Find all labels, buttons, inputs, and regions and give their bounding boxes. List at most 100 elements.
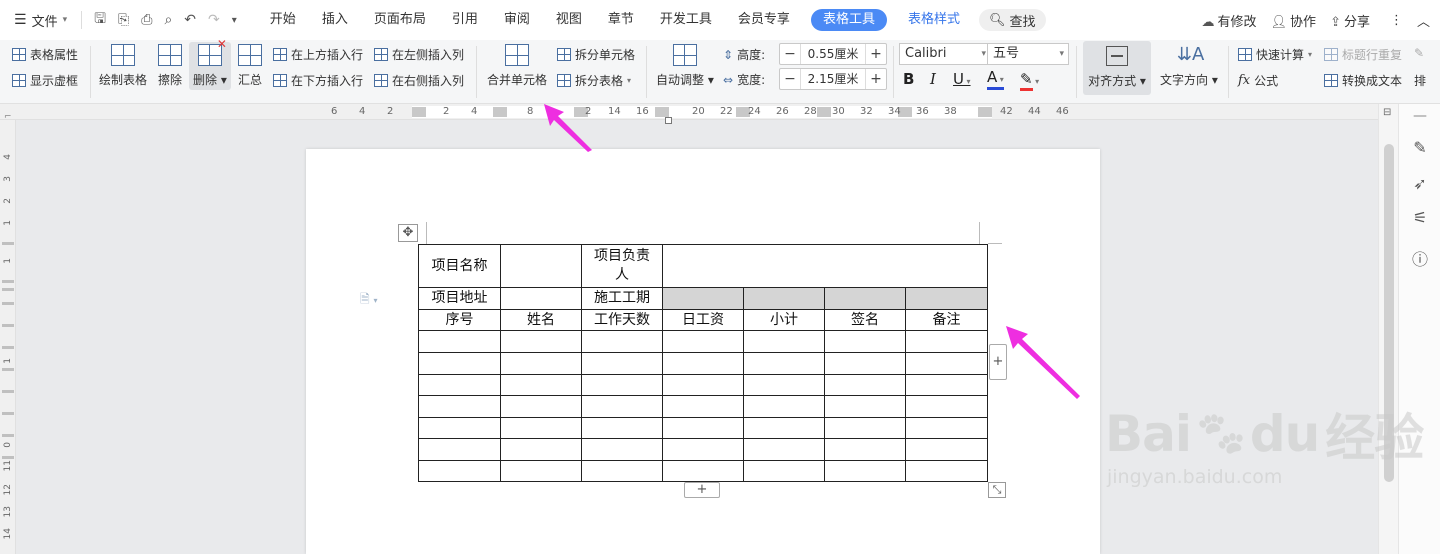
tab-home[interactable]: 开始 <box>257 0 309 40</box>
table-cell[interactable]: 项目地址 <box>418 287 501 310</box>
sort-button[interactable]: 排 <box>1414 72 1426 89</box>
table-cell[interactable]: 施工工期 <box>581 287 663 310</box>
table-cell[interactable] <box>743 330 825 353</box>
insert-column-left-button[interactable]: 在左侧插入列 <box>374 46 464 63</box>
collapse-ribbon-icon[interactable]: ︿ <box>1417 11 1430 30</box>
table-cell[interactable]: 项目负责人 <box>581 244 663 288</box>
ruler-column-marker[interactable] <box>412 107 426 117</box>
table-cell[interactable] <box>905 417 988 439</box>
file-menu[interactable]: ☰ 文件 ▾ <box>0 0 75 40</box>
text-direction-button[interactable]: ⇊A 文字方向 ▾ <box>1160 44 1218 88</box>
tab-developer[interactable]: 开发工具 <box>647 0 725 40</box>
table-cell[interactable]: 备注 <box>905 309 988 331</box>
table-cell[interactable]: 姓名 <box>500 309 582 331</box>
table-cell[interactable] <box>743 374 825 396</box>
ruler-row-marker[interactable] <box>2 368 14 371</box>
table-cell[interactable] <box>581 330 663 353</box>
table-cell[interactable] <box>743 287 825 310</box>
table-cell[interactable] <box>743 395 825 418</box>
search-button[interactable]: 🔍︎ 查找 <box>978 9 1046 31</box>
auto-fit-button[interactable]: 自动调整 ▾ <box>656 44 714 88</box>
collapse-sidebar-icon[interactable]: — <box>1410 108 1430 124</box>
table-cell[interactable] <box>905 374 988 396</box>
save-icon[interactable]: 🖫 <box>94 8 106 32</box>
pen-icon[interactable]: ✎ <box>1414 46 1424 60</box>
table-cell[interactable] <box>905 287 988 310</box>
print-preview-icon[interactable]: ⌕ <box>164 12 172 28</box>
add-column-button[interactable]: + <box>989 344 1007 380</box>
convert-to-text-button[interactable]: 转换成文本 <box>1324 72 1402 89</box>
table-cell[interactable] <box>418 352 501 375</box>
table-cell[interactable] <box>743 460 825 482</box>
table-cell[interactable] <box>905 352 988 375</box>
table-cell[interactable] <box>418 460 501 482</box>
ruler-row-marker[interactable] <box>2 346 14 349</box>
ruler-column-marker[interactable] <box>493 107 507 117</box>
settings-sliders-icon[interactable]: ⚟ <box>1410 208 1430 227</box>
insert-row-below-button[interactable]: 在下方插入行 <box>273 72 363 89</box>
erase-button[interactable]: 擦除 <box>158 44 182 88</box>
table-cell[interactable] <box>743 417 825 439</box>
table-cell[interactable] <box>662 374 744 396</box>
table-cell[interactable] <box>500 352 582 375</box>
customize-chevron-icon[interactable]: ▾ <box>232 15 237 26</box>
tab-insert[interactable]: 插入 <box>309 0 361 40</box>
table-cell[interactable] <box>500 244 582 288</box>
height-increase-button[interactable]: + <box>866 46 886 62</box>
table-cell[interactable] <box>824 460 906 482</box>
table-cell[interactable] <box>824 438 906 461</box>
more-icon[interactable]: ⋮ <box>1390 13 1403 28</box>
height-decrease-button[interactable]: − <box>780 46 800 62</box>
table-cell[interactable] <box>824 287 906 310</box>
bold-button[interactable]: B <box>903 70 914 88</box>
split-table-button[interactable]: 拆分表格 ▾ <box>557 72 631 89</box>
table-cell[interactable] <box>500 287 582 310</box>
table-cell[interactable] <box>418 438 501 461</box>
ruler-column-marker[interactable] <box>655 107 669 117</box>
table-cell[interactable] <box>418 374 501 396</box>
draw-table-button[interactable]: 绘制表格 <box>99 44 147 88</box>
paragraph-options-icon[interactable]: 🗎︎ ▾ <box>360 290 377 311</box>
horizontal-ruler[interactable]: 6 4 2 2 4 8 2 14 16 20 22 24 26 28 30 32… <box>0 104 1378 120</box>
indent-marker[interactable] <box>665 117 672 124</box>
delete-button[interactable]: ✕ 删除 ▾ <box>189 37 231 90</box>
ruler-row-marker[interactable] <box>2 280 14 283</box>
redo-icon[interactable]: ↷ <box>208 12 220 28</box>
insert-column-right-button[interactable]: 在右侧插入列 <box>374 72 464 89</box>
ruler-row-marker[interactable] <box>2 412 14 415</box>
table-cell[interactable] <box>824 352 906 375</box>
table-cell[interactable] <box>418 395 501 418</box>
resize-icon[interactable]: ⤡ <box>988 482 1006 498</box>
ruler-column-marker[interactable] <box>978 107 992 117</box>
ruler-column-marker[interactable] <box>817 107 831 117</box>
split-cells-button[interactable]: 拆分单元格 <box>557 46 635 63</box>
table-cell[interactable] <box>905 395 988 418</box>
formula-button[interactable]: fx 公式 <box>1238 72 1278 89</box>
collab-button[interactable]: 👤︎ 协作 <box>1271 11 1317 30</box>
ruler-row-marker[interactable] <box>2 288 14 291</box>
table-cell[interactable] <box>418 417 501 439</box>
font-name-select[interactable]: Calibri ▾ <box>899 43 991 65</box>
ruler-row-marker[interactable] <box>2 434 14 437</box>
table-cell[interactable] <box>824 417 906 439</box>
width-decrease-button[interactable]: − <box>780 71 800 87</box>
table-cell[interactable] <box>743 352 825 375</box>
tab-page-layout[interactable]: 页面布局 <box>361 0 439 40</box>
italic-button[interactable]: I <box>930 70 936 88</box>
table-cell[interactable]: 签名 <box>824 309 906 331</box>
table-cell[interactable] <box>824 374 906 396</box>
height-stepper[interactable]: −0.55厘米 + <box>779 43 887 65</box>
vertical-ruler[interactable]: 4 3 2 1 1 1 0 11 12 13 14 <box>0 120 16 554</box>
quick-calc-button[interactable]: 快速计算 ▾ <box>1238 46 1312 63</box>
table-cell[interactable] <box>581 395 663 418</box>
pencil-icon[interactable]: ✎ <box>1410 138 1430 157</box>
font-color-button[interactable]: A ▾ <box>987 70 1004 90</box>
show-gridlines-button[interactable]: 显示虚框 <box>12 72 78 89</box>
merge-cells-button[interactable]: 合并单元格 <box>487 44 547 88</box>
table-cell[interactable] <box>581 352 663 375</box>
tab-member[interactable]: 会员专享 <box>725 0 803 40</box>
table-cell[interactable] <box>905 438 988 461</box>
summary-button[interactable]: 汇总 <box>238 44 262 88</box>
table-cell[interactable] <box>500 438 582 461</box>
table-cell[interactable] <box>581 460 663 482</box>
